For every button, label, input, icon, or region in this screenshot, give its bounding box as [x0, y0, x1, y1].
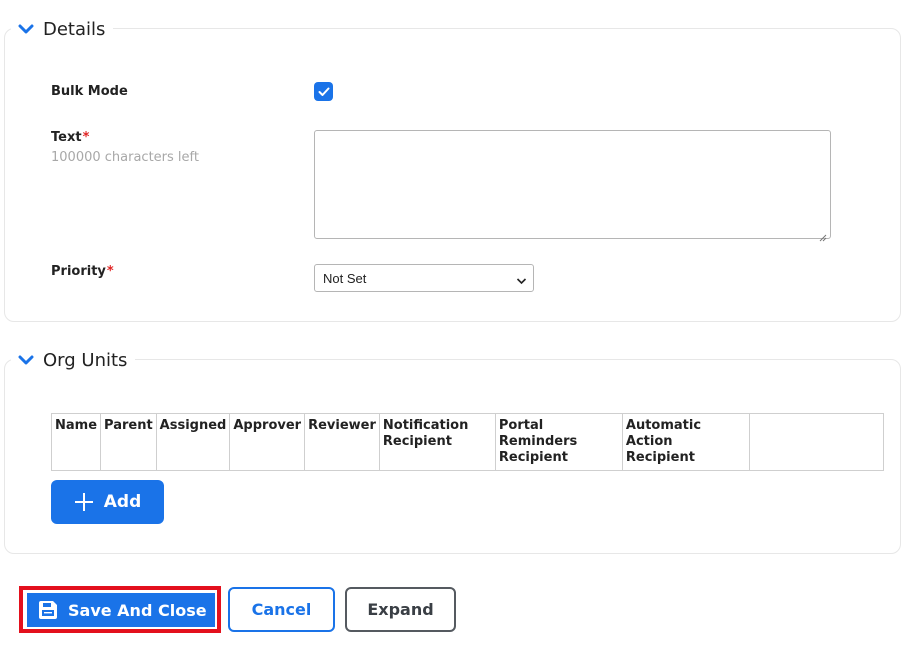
column-header[interactable]: Reviewer — [304, 413, 380, 471]
org-units-toggle[interactable]: Org Units — [11, 343, 136, 377]
page: Details Bulk Mode Text* 100000 character… — [0, 0, 912, 662]
save-and-close-button[interactable]: Save And Close — [27, 593, 215, 627]
required-mark: * — [82, 130, 90, 145]
floppy-disk-icon — [37, 599, 59, 621]
add-button-label: Add — [103, 492, 142, 512]
org-units-section: Org Units Name Parent Assigned Approver … — [4, 343, 901, 554]
priority-select-value: Not Set — [323, 270, 367, 286]
text-characters-left: 100000 characters left — [51, 150, 199, 165]
expand-button[interactable]: Expand — [345, 587, 456, 632]
priority-label: Priority* — [51, 264, 114, 279]
chevron-down-icon — [15, 18, 37, 40]
column-header — [748, 413, 885, 471]
details-title: Details — [43, 18, 106, 40]
column-header[interactable]: Notification Recipient — [378, 413, 496, 471]
column-header[interactable]: Automatic Action Recipient — [621, 413, 750, 471]
save-button-label: Save And Close — [68, 600, 207, 620]
bulk-mode-checkbox[interactable] — [314, 82, 333, 101]
column-header[interactable]: Name — [50, 413, 102, 471]
column-header[interactable]: Portal Reminders Recipient — [494, 413, 623, 471]
plus-icon — [74, 492, 94, 512]
caret-down-icon — [516, 273, 527, 288]
priority-label-text: Priority — [51, 264, 106, 279]
column-header[interactable]: Assigned — [155, 413, 231, 471]
details-toggle[interactable]: Details — [11, 12, 114, 46]
text-label: Text* — [51, 130, 89, 145]
column-header[interactable]: Approver — [229, 413, 306, 471]
priority-select[interactable]: Not Set — [314, 264, 534, 292]
table-header-row: Name Parent Assigned Approver Reviewer N… — [50, 413, 885, 471]
text-input[interactable] — [314, 130, 831, 242]
check-icon — [318, 87, 329, 96]
details-section: Details Bulk Mode Text* 100000 character… — [4, 12, 901, 322]
required-mark: * — [106, 264, 114, 279]
chevron-down-icon — [15, 349, 37, 371]
text-label-text: Text — [51, 130, 82, 145]
cancel-button[interactable]: Cancel — [228, 587, 335, 632]
org-units-title: Org Units — [43, 349, 128, 371]
org-units-table: Name Parent Assigned Approver Reviewer N… — [50, 413, 885, 471]
bulk-mode-label: Bulk Mode — [51, 84, 128, 99]
column-header[interactable]: Parent — [100, 413, 157, 471]
resize-grip-icon[interactable] — [819, 227, 827, 242]
add-org-unit-button[interactable]: Add — [51, 480, 164, 524]
